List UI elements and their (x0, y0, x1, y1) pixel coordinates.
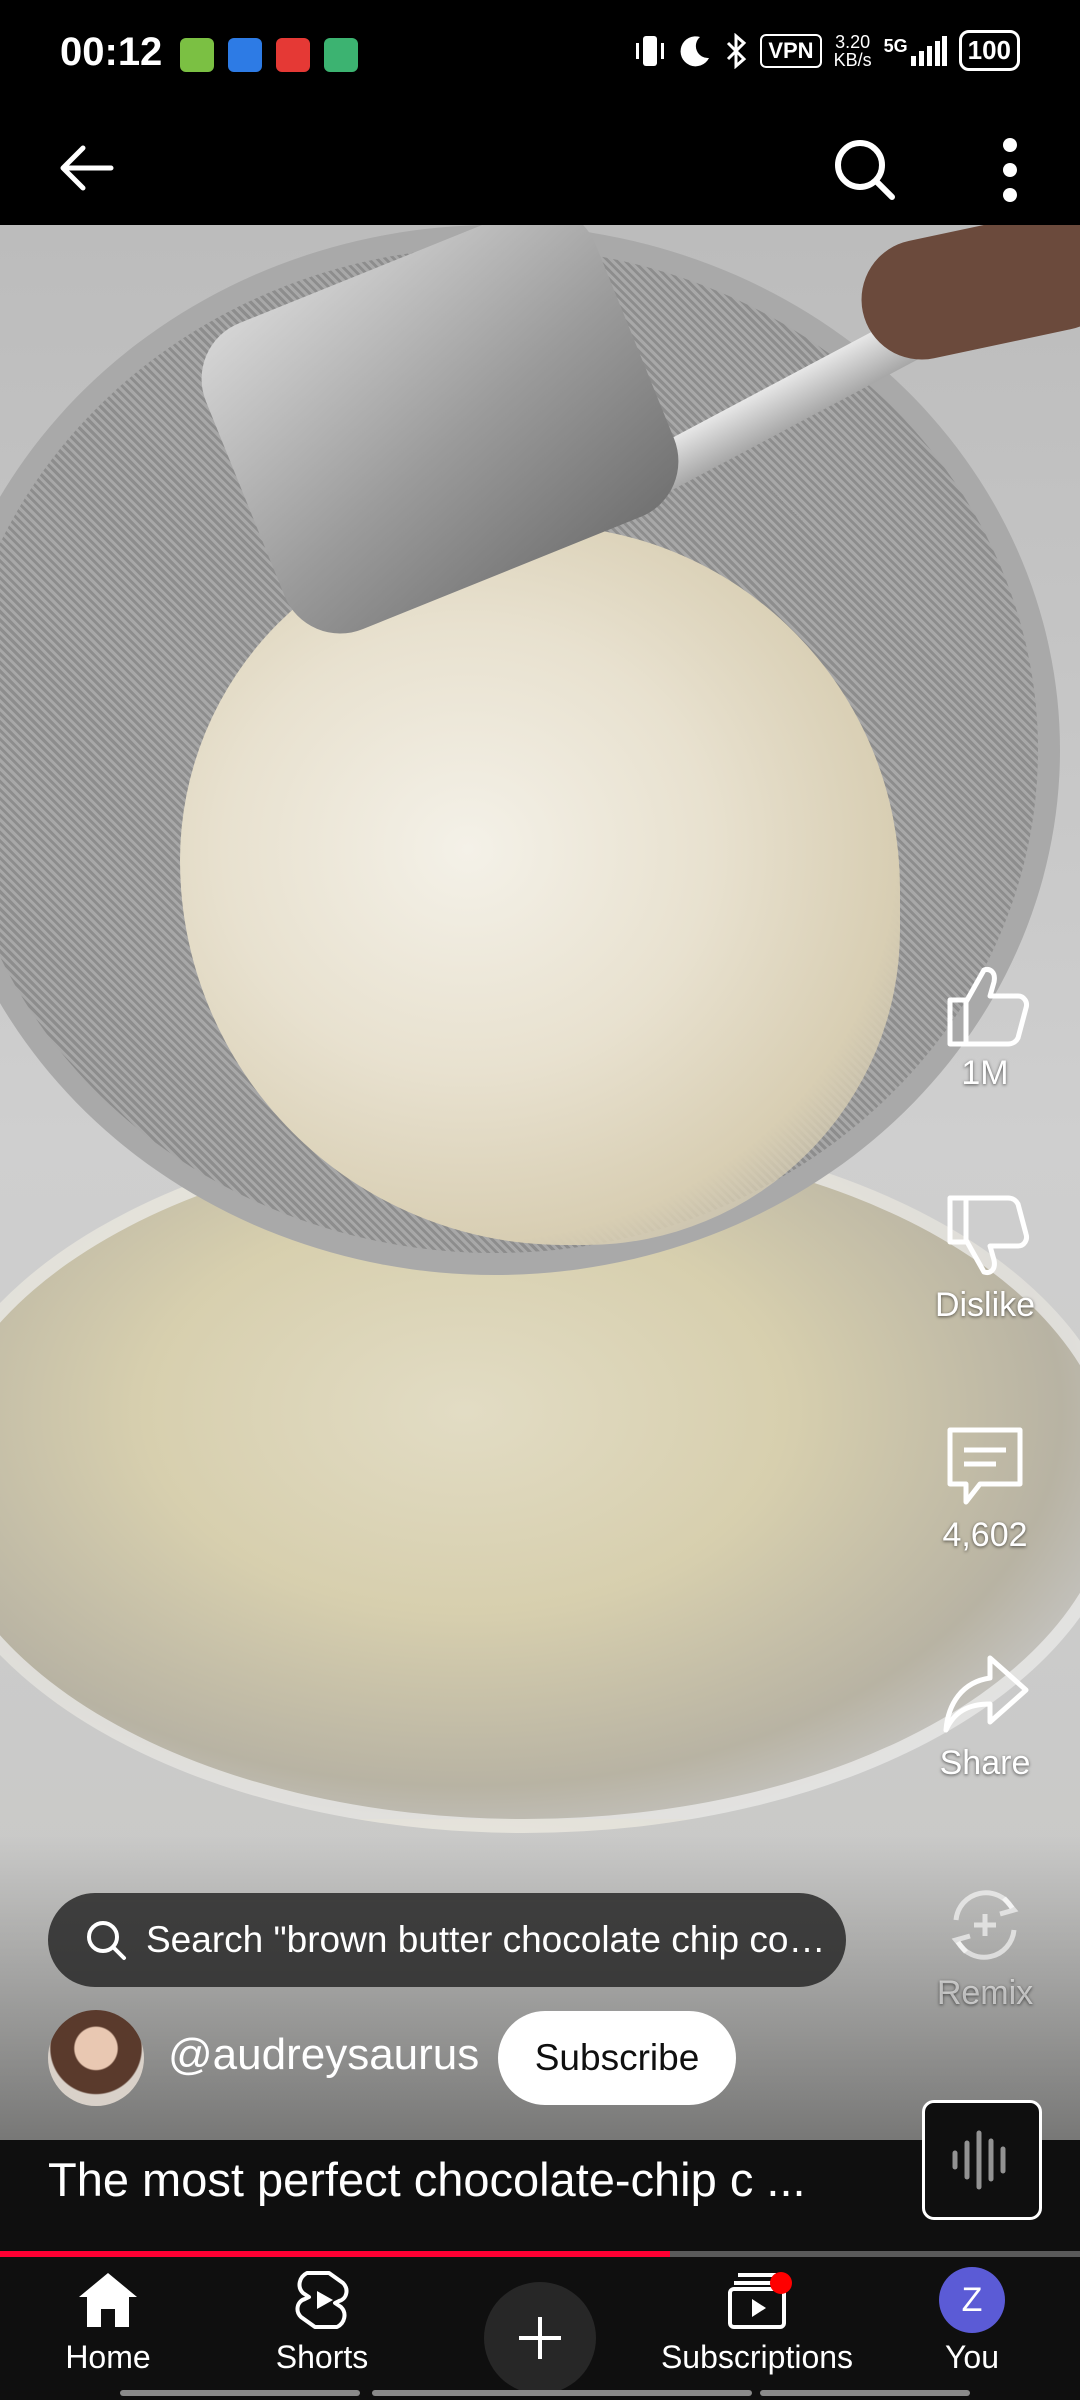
related-search-text: Search "brown butter chocolate chip cook… (146, 1919, 826, 1960)
nav-home[interactable]: Home (8, 2267, 208, 2376)
more-options-button[interactable] (970, 125, 1050, 215)
status-bar: 00:12 VPN 3.20 KB/s 5G 100 (0, 0, 1080, 110)
nav-shorts-label: Shorts (275, 2339, 369, 2375)
gesture-bar (372, 2390, 752, 2396)
create-button[interactable] (484, 2282, 596, 2394)
subscriptions-notification-dot (770, 2272, 792, 2294)
gesture-bar (760, 2390, 970, 2396)
share-icon (943, 1655, 1029, 1733)
like-count: 1M (961, 1054, 1009, 1092)
sound-button[interactable] (922, 2100, 1042, 2220)
network-speed: 3.20 KB/s (834, 33, 872, 69)
remix-label: Remix (936, 1974, 1034, 2012)
comment-icon (947, 1427, 1023, 1505)
search-icon (87, 1921, 126, 1960)
plus-icon (519, 2317, 561, 2359)
network-type: 5G (883, 35, 908, 56)
dislike-label: Dislike (934, 1286, 1036, 1324)
channel-handle[interactable]: @audreysaurus (168, 2030, 479, 2080)
shorts-icon (295, 2271, 349, 2329)
thumbs-up-icon (947, 967, 1029, 1047)
share-button[interactable]: Share (905, 1650, 1065, 1783)
system-indicators: VPN 3.20 KB/s 5G 100 (634, 30, 1020, 71)
gesture-bar (120, 2390, 360, 2396)
app-notification-icon (228, 38, 262, 72)
like-button[interactable]: 1M (905, 960, 1065, 1093)
back-arrow-icon (60, 145, 114, 190)
nav-you[interactable]: Z You (872, 2267, 1072, 2376)
bluetooth-icon (727, 32, 747, 69)
share-label: Share (939, 1744, 1031, 1782)
remix-icon (951, 1890, 1019, 1960)
nav-shorts[interactable]: Shorts (222, 2267, 422, 2376)
comment-count: 4,602 (942, 1516, 1028, 1554)
notification-icons (180, 38, 358, 72)
search-icon (835, 140, 895, 200)
nav-subscriptions[interactable]: Subscriptions (657, 2267, 857, 2376)
status-time: 00:12 (60, 30, 163, 74)
kebab-menu-icon (1003, 138, 1017, 202)
back-button[interactable] (40, 130, 130, 205)
home-icon (79, 2273, 137, 2327)
signal-indicator: 5G (883, 35, 947, 66)
nav-you-label: You (945, 2339, 999, 2375)
signal-icon (910, 35, 947, 66)
profile-avatar: Z (939, 2267, 1005, 2333)
moon-icon (680, 35, 710, 66)
nav-home-label: Home (65, 2339, 151, 2375)
video-title[interactable]: The most perfect chocolate-chip c ... (48, 2152, 806, 2207)
top-app-bar (0, 110, 1080, 225)
speed-unit: KB/s (833, 49, 872, 70)
app-notification-icon (324, 38, 358, 72)
audio-wave-icon (952, 2130, 1006, 2190)
comments-button[interactable]: 4,602 (905, 1422, 1065, 1555)
remix-button[interactable]: Remix (905, 1880, 1065, 2013)
app-notification-icon (276, 38, 310, 72)
related-search-chip[interactable]: Search "brown butter chocolate chip cook… (48, 1893, 846, 1987)
subscribe-button[interactable]: Subscribe (498, 2011, 736, 2105)
nav-subscriptions-label: Subscriptions (660, 2339, 854, 2375)
speed-value: 3.20 (835, 31, 871, 52)
channel-avatar[interactable] (48, 2010, 144, 2106)
thumbs-down-icon (947, 1195, 1029, 1275)
search-button[interactable] (820, 125, 910, 215)
vpn-badge: VPN (760, 33, 822, 68)
app-notification-icon (180, 38, 214, 72)
vibrate-icon (636, 35, 665, 66)
battery-indicator: 100 (958, 30, 1020, 71)
dislike-button[interactable]: Dislike (905, 1192, 1065, 1325)
